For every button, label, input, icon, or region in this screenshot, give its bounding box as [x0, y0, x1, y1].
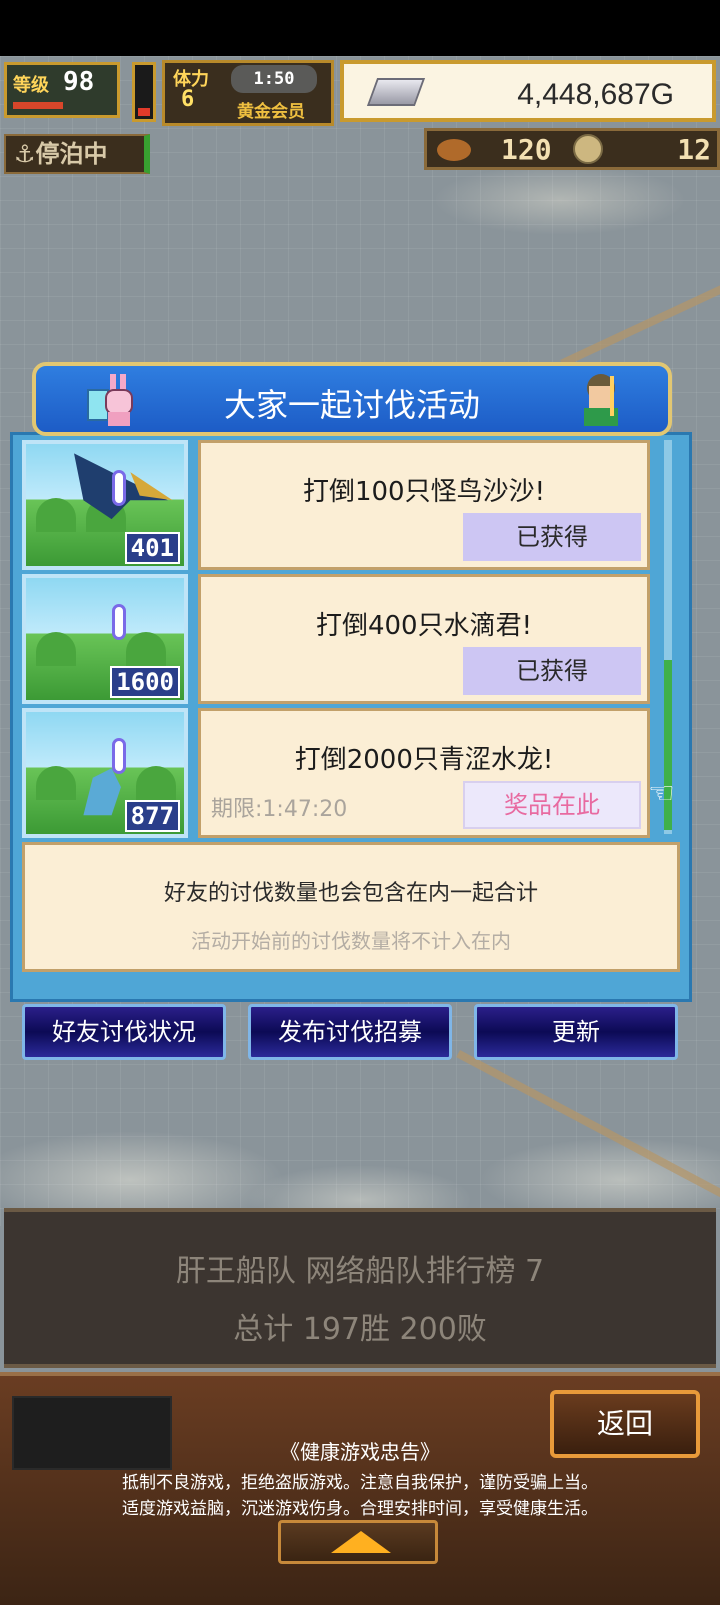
- mission-text: 打倒2000只青涩水龙!: [294, 745, 554, 775]
- monster-thumbnail: 877: [22, 708, 188, 838]
- stamina-value: 6: [181, 87, 195, 112]
- event-header: 大家一起讨伐活动: [32, 362, 672, 436]
- quest-marker-icon: [112, 604, 126, 640]
- monster-thumbnail: 401: [22, 440, 188, 570]
- silver-ingot-icon: [366, 78, 426, 106]
- gold-display: 4,448,687G: [340, 60, 716, 122]
- docked-status-label: 停泊中: [35, 140, 108, 168]
- health-advisory-line-2: 适度游戏益脑，沉迷游戏伤身。合理安排时间，享受健康生活。: [122, 1499, 598, 1519]
- stamina-display: 体力 6 1:50 黄金会员: [162, 60, 334, 126]
- anchor-icon: ⚓: [14, 140, 36, 168]
- expand-menu-button[interactable]: [278, 1520, 438, 1564]
- stamina-timer: 1:50: [231, 65, 317, 93]
- docked-status: ⚓停泊中: [4, 134, 150, 174]
- level-display: 等级 98: [4, 62, 120, 118]
- defeat-count: 1600: [110, 666, 180, 698]
- defeat-count: 877: [124, 800, 180, 832]
- food-icon: [437, 139, 471, 161]
- mission-scrollbar[interactable]: [664, 440, 672, 834]
- mission-row: 401 打倒100只怪鸟沙沙! 已获得: [22, 440, 654, 570]
- gold-value: 4,448,687G: [517, 78, 674, 111]
- claim-prize-button[interactable]: 奖品在此: [463, 781, 641, 829]
- mission-row: 1600 打倒400只水滴君! 已获得: [22, 574, 654, 704]
- mission-text: 打倒400只水滴君!: [315, 611, 533, 641]
- mission-card: 打倒2000只青涩水龙! 期限:1:47:20 奖品在此: [198, 708, 650, 838]
- reward-status-obtained: 已获得: [463, 647, 641, 695]
- health-advisory-title: 《健康游戏忠告》: [280, 1440, 440, 1464]
- defeat-count: 401: [124, 532, 180, 564]
- food-count: 120: [501, 133, 552, 166]
- membership-badge: 黄金会员: [237, 102, 305, 122]
- resource-bar: 120 12: [424, 128, 720, 170]
- level-value: 98: [63, 67, 95, 97]
- mission-card: 打倒100只怪鸟沙沙! 已获得: [198, 440, 650, 570]
- exp-bar: [13, 102, 63, 109]
- level-label: 等级: [13, 75, 49, 96]
- deadline-text: 期限:1:47:20: [211, 797, 348, 822]
- stamina-gauge: [132, 62, 156, 122]
- game-screen: 等级 98 体力 6 1:50 黄金会员 4,448,687G ⚓停泊中 120…: [0, 0, 720, 1605]
- quest-marker-icon: [112, 738, 126, 774]
- medal-icon: [573, 134, 603, 164]
- fleet-ranking-panel: 肝王船队 网络船队排行榜 7 总计 197胜 200败: [4, 1208, 716, 1368]
- footer-bar: 返回 《健康游戏忠告》 抵制不良游戏，拒绝盗版游戏。注意自我保护，谨防受骗上当。…: [0, 1372, 720, 1605]
- fleet-record-text: 总计 197胜 200败: [233, 1312, 487, 1347]
- refresh-button[interactable]: 更新: [474, 1004, 678, 1060]
- event-note: 好友的讨伐数量也会包含在内一起合计 活动开始前的讨伐数量将不计入在内: [22, 842, 680, 972]
- quest-marker-icon: [112, 470, 126, 506]
- reward-status-obtained: 已获得: [463, 513, 641, 561]
- fleet-ranking-text: 肝王船队 网络船队排行榜 7: [175, 1254, 545, 1289]
- monster-thumbnail: 1600: [22, 574, 188, 704]
- health-advisory-line-1: 抵制不良游戏，拒绝盗版游戏。注意自我保护，谨防受骗上当。: [122, 1473, 598, 1493]
- pointing-hand-icon: ☜: [648, 776, 675, 811]
- medal-count: 12: [677, 133, 711, 166]
- arrow-up-icon: [331, 1531, 391, 1553]
- mission-card: 打倒400只水滴君! 已获得: [198, 574, 650, 704]
- mission-text: 打倒100只怪鸟沙沙!: [302, 477, 546, 507]
- mission-row: 877 打倒2000只青涩水龙! 期限:1:47:20 奖品在此: [22, 708, 654, 838]
- post-recruit-button[interactable]: 发布讨伐招募: [248, 1004, 452, 1060]
- warrior-character-icon: [584, 374, 618, 426]
- status-bar: [0, 0, 720, 56]
- note-line-2: 活动开始前的讨伐数量将不计入在内: [191, 929, 511, 953]
- note-line-1: 好友的讨伐数量也会包含在内一起合计: [163, 881, 538, 906]
- friend-status-button[interactable]: 好友讨伐状况: [22, 1004, 226, 1060]
